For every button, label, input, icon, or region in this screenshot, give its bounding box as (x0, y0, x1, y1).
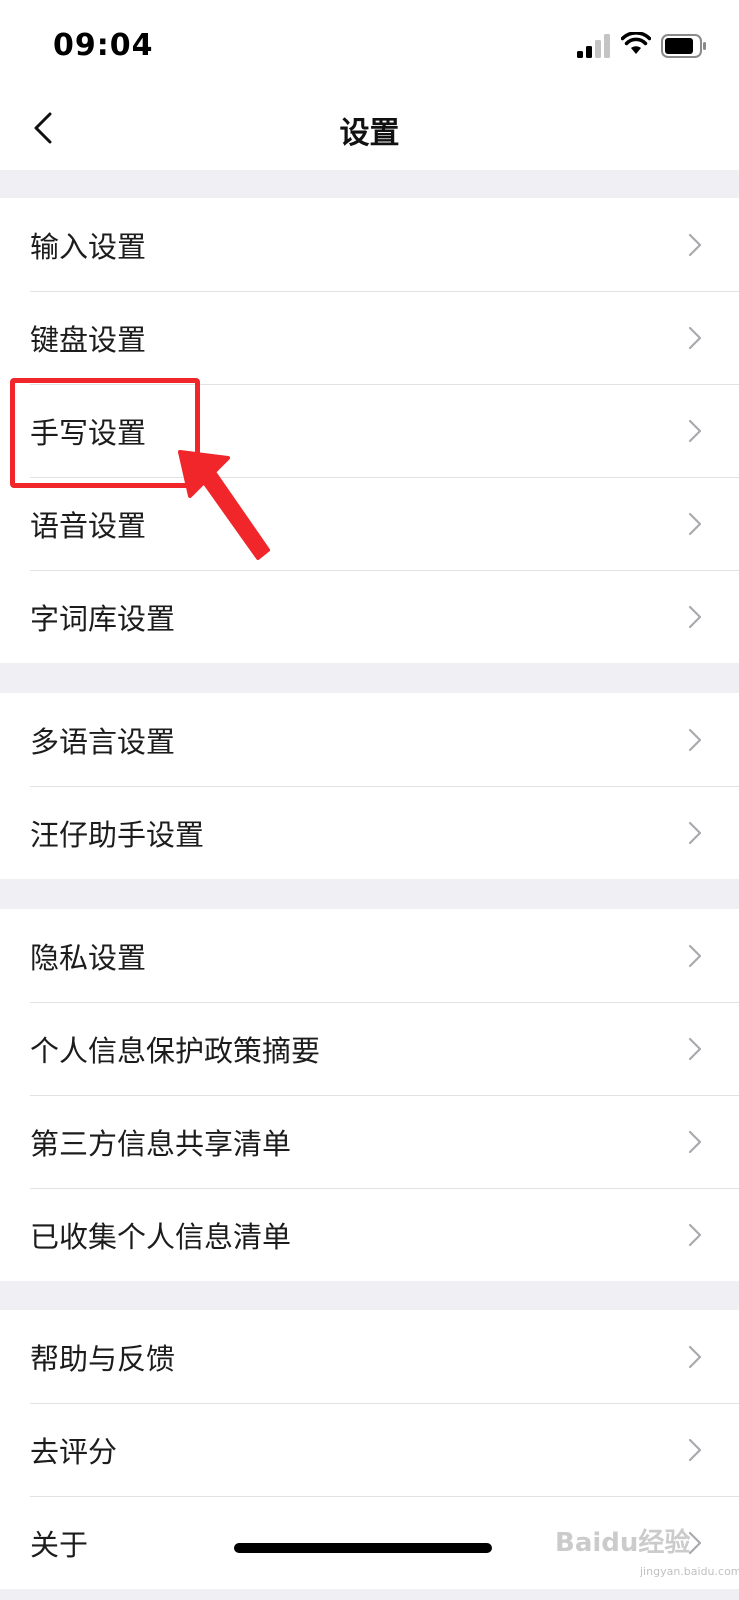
settings-item-label: 语音设置 (30, 508, 147, 543)
settings-item-label: 字词库设置 (30, 601, 176, 636)
chevron-right-icon (688, 419, 702, 442)
chevron-right-icon (688, 326, 702, 349)
settings-item-voice[interactable]: 语音设置 (0, 477, 739, 570)
settings-group-privacy: 隐私设置 个人信息保护政策摘要 第三方信息共享清单 已收集个人信息清单 (0, 909, 739, 1281)
chevron-right-icon (688, 821, 702, 844)
chevron-right-icon (688, 1345, 702, 1368)
settings-item-label: 已收集个人信息清单 (30, 1219, 292, 1254)
home-indicator[interactable] (234, 1543, 492, 1553)
settings-item-rate[interactable]: 去评分 (0, 1403, 739, 1496)
settings-item-dictionary[interactable]: 字词库设置 (0, 570, 739, 663)
settings-item-label: 第三方信息共享清单 (30, 1126, 292, 1161)
chevron-right-icon (688, 1438, 702, 1461)
chevron-right-icon (688, 1223, 702, 1246)
settings-item-multilanguage[interactable]: 多语言设置 (0, 693, 739, 786)
status-time: 09:04 (53, 28, 154, 63)
settings-item-help-feedback[interactable]: 帮助与反馈 (0, 1310, 739, 1403)
settings-item-label: 帮助与反馈 (30, 1341, 176, 1376)
watermark-url: jingyan.baidu.com (640, 1565, 739, 1578)
chevron-right-icon (688, 728, 702, 751)
battery-icon (661, 34, 706, 58)
settings-item-privacy[interactable]: 隐私设置 (0, 909, 739, 1002)
settings-item-privacy-policy-summary[interactable]: 个人信息保护政策摘要 (0, 1002, 739, 1095)
chevron-right-icon (688, 512, 702, 535)
watermark-logo: Baidu经验 (555, 1528, 691, 1558)
settings-item-label: 汪仔助手设置 (30, 817, 205, 852)
chevron-right-icon (688, 605, 702, 628)
settings-item-label: 去评分 (30, 1434, 118, 1469)
settings-group-language: 多语言设置 汪仔助手设置 (0, 693, 739, 879)
settings-item-input[interactable]: 输入设置 (0, 198, 739, 291)
settings-item-collected-info[interactable]: 已收集个人信息清单 (0, 1188, 739, 1281)
settings-item-label: 个人信息保护政策摘要 (30, 1033, 321, 1068)
settings-item-keyboard[interactable]: 键盘设置 (0, 291, 739, 384)
settings-item-label: 键盘设置 (30, 322, 147, 357)
annotation-arrow-icon (178, 450, 270, 560)
settings-item-third-party-sharing[interactable]: 第三方信息共享清单 (0, 1095, 739, 1188)
signal-icon (577, 34, 610, 58)
chevron-right-icon (688, 1037, 702, 1060)
status-bar: 09:04 (0, 0, 739, 90)
chevron-right-icon (688, 1130, 702, 1153)
settings-item-label: 关于 (30, 1527, 89, 1562)
chevron-right-icon (688, 233, 702, 256)
settings-item-assistant[interactable]: 汪仔助手设置 (0, 786, 739, 879)
nav-bar: 设置 (0, 90, 739, 170)
settings-item-label: 隐私设置 (30, 940, 147, 975)
wifi-icon (621, 32, 651, 54)
chevron-right-icon (688, 944, 702, 967)
page-title: 设置 (339, 116, 400, 151)
settings-item-label: 多语言设置 (30, 724, 176, 759)
settings-item-label: 输入设置 (30, 229, 147, 264)
